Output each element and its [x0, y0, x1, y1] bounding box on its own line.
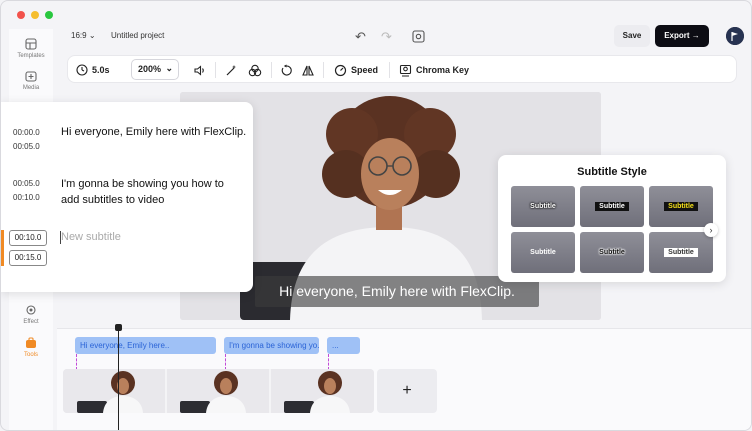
subtitle-style-option[interactable]: Subtitle — [649, 232, 713, 273]
avatar[interactable] — [726, 27, 744, 45]
new-subtitle-end-input[interactable]: 00:15.0 — [9, 250, 47, 266]
sidebar-item-label: Tools — [23, 352, 38, 358]
subtitle-track-chip[interactable]: I'm gonna be showing yo.. — [224, 337, 319, 354]
new-subtitle-input[interactable]: New subtitle — [61, 231, 121, 243]
subtitle-style-title: Subtitle Style — [577, 166, 647, 178]
active-subtitle-indicator — [1, 230, 4, 266]
subtitle-style-sample: Subtitle — [530, 249, 556, 256]
avatar-image — [726, 27, 744, 45]
magic-wand-icon — [226, 64, 237, 75]
volume-icon — [194, 64, 204, 76]
chip-marker — [76, 354, 77, 370]
subtitle-end-time[interactable]: 00:05.0 — [13, 140, 40, 154]
rotate-icon — [281, 64, 292, 76]
maximize-dot[interactable] — [45, 11, 53, 19]
subtitle-style-option[interactable]: Subtitle — [580, 232, 644, 273]
flip-button[interactable] — [301, 61, 315, 79]
subtitle-start-time[interactable]: 00:05.0 — [13, 177, 40, 191]
video-clip-track[interactable] — [63, 369, 374, 413]
app-window: Templates Media Effect Tools 16:9 ⌄ Unti… — [0, 0, 752, 431]
flip-icon — [302, 65, 314, 76]
screenshot-icon[interactable] — [412, 30, 425, 43]
chroma-key-label: Chroma Key — [416, 65, 470, 75]
chevron-down-icon: ⌄ — [88, 31, 96, 40]
undo-icon[interactable]: ↶ — [355, 29, 366, 45]
aspect-ratio-value: 16:9 — [71, 31, 87, 40]
filter-button[interactable] — [248, 61, 262, 79]
top-bar: 16:9 ⌄ Untitled project ↶ ↷ Save Export … — [57, 23, 751, 51]
sidebar-item-label: Media — [22, 85, 40, 91]
zoom-value: 200% — [138, 64, 162, 74]
sidebar-item-effect[interactable]: Effect — [9, 303, 53, 325]
subtitle-list-panel: 00:00.0 00:05.0 Hi everyone, Emily here … — [1, 102, 253, 292]
subtitle-text[interactable]: I'm gonna be showing you how to add subt… — [61, 176, 241, 208]
add-clip-button[interactable]: + — [377, 369, 437, 413]
subtitle-start-time[interactable]: 00:00.0 — [13, 126, 40, 140]
clock-icon — [76, 64, 88, 76]
magic-button[interactable] — [225, 61, 238, 79]
subtitle-style-sample: Subtitle — [664, 248, 698, 257]
export-button[interactable]: Export → — [655, 25, 709, 47]
playhead-handle[interactable] — [115, 324, 122, 331]
subtitle-text[interactable]: Hi everyone, Emily here with FlexClip. — [61, 124, 251, 140]
clip-thumbnails — [63, 369, 374, 413]
sidebar-item-templates[interactable]: Templates — [9, 37, 53, 59]
sidebar-item-media[interactable]: Media — [9, 69, 53, 91]
subtitle-track-chip[interactable]: ... — [327, 337, 360, 354]
window-controls — [17, 11, 53, 19]
volume-button[interactable] — [193, 61, 206, 79]
project-title[interactable]: Untitled project — [111, 31, 164, 40]
media-icon — [25, 71, 37, 82]
arrow-right-icon: → — [691, 31, 700, 40]
zoom-select[interactable]: 200% ⌄ — [131, 59, 179, 80]
subtitle-style-sample: Subtitle — [599, 249, 625, 256]
chip-marker — [225, 354, 226, 370]
speed-icon — [334, 64, 347, 76]
subtitle-style-sample: Subtitle — [664, 202, 698, 211]
templates-icon — [25, 38, 37, 50]
subtitle-style-option[interactable]: Subtitle — [649, 186, 713, 227]
edit-toolbar: 5.0s 200% ⌄ Speed Chroma Key — [67, 55, 737, 83]
playhead[interactable] — [118, 327, 119, 430]
subtitle-style-sample: Subtitle — [530, 203, 556, 210]
redo-icon[interactable]: ↷ — [381, 29, 392, 45]
filter-icon — [248, 64, 262, 76]
effect-icon — [26, 305, 36, 315]
subtitle-track-chip[interactable]: Hi everyone, Emily here.. — [75, 337, 216, 354]
rotate-button[interactable] — [280, 61, 293, 79]
toolbar-divider — [215, 62, 216, 78]
toolbar-divider — [323, 62, 324, 78]
chip-marker — [328, 354, 329, 370]
sidebar-item-tools[interactable]: Tools — [9, 336, 53, 358]
toolbar-divider — [389, 62, 390, 78]
sidebar-item-label: Effect — [23, 319, 39, 325]
subtitle-end-time[interactable]: 00:10.0 — [13, 191, 40, 205]
tools-icon — [26, 337, 36, 348]
save-button[interactable]: Save — [614, 25, 650, 47]
sidebar-item-label: Templates — [17, 53, 45, 59]
toolbar-divider — [271, 62, 272, 78]
subtitle-style-panel: Subtitle Style Subtitle Subtitle Subtitl… — [498, 155, 726, 282]
aspect-ratio-select[interactable]: 16:9 ⌄ — [71, 31, 96, 40]
speed-label: Speed — [351, 65, 379, 75]
chevron-down-icon: ⌄ — [165, 63, 173, 73]
chroma-key-icon — [399, 64, 412, 77]
subtitle-style-sample: Subtitle — [595, 202, 629, 211]
chevron-right-icon[interactable]: › — [704, 223, 718, 237]
minimize-dot[interactable] — [31, 11, 39, 19]
video-caption[interactable]: Hi everyone, Emily here with FlexClip. — [255, 276, 539, 307]
duration-value: 5.0s — [92, 65, 110, 75]
subtitle-style-option[interactable]: Subtitle — [580, 186, 644, 227]
speed-button[interactable]: Speed — [334, 61, 378, 79]
chroma-key-button[interactable]: Chroma Key — [399, 61, 469, 79]
new-subtitle-start-input[interactable]: 00:10.0 — [9, 230, 47, 246]
close-dot[interactable] — [17, 11, 25, 19]
subtitle-style-option[interactable]: Subtitle — [511, 232, 575, 273]
subtitle-style-option[interactable]: Subtitle — [511, 186, 575, 227]
duration-control[interactable]: 5.0s — [76, 61, 110, 79]
export-label: Export — [664, 31, 690, 40]
